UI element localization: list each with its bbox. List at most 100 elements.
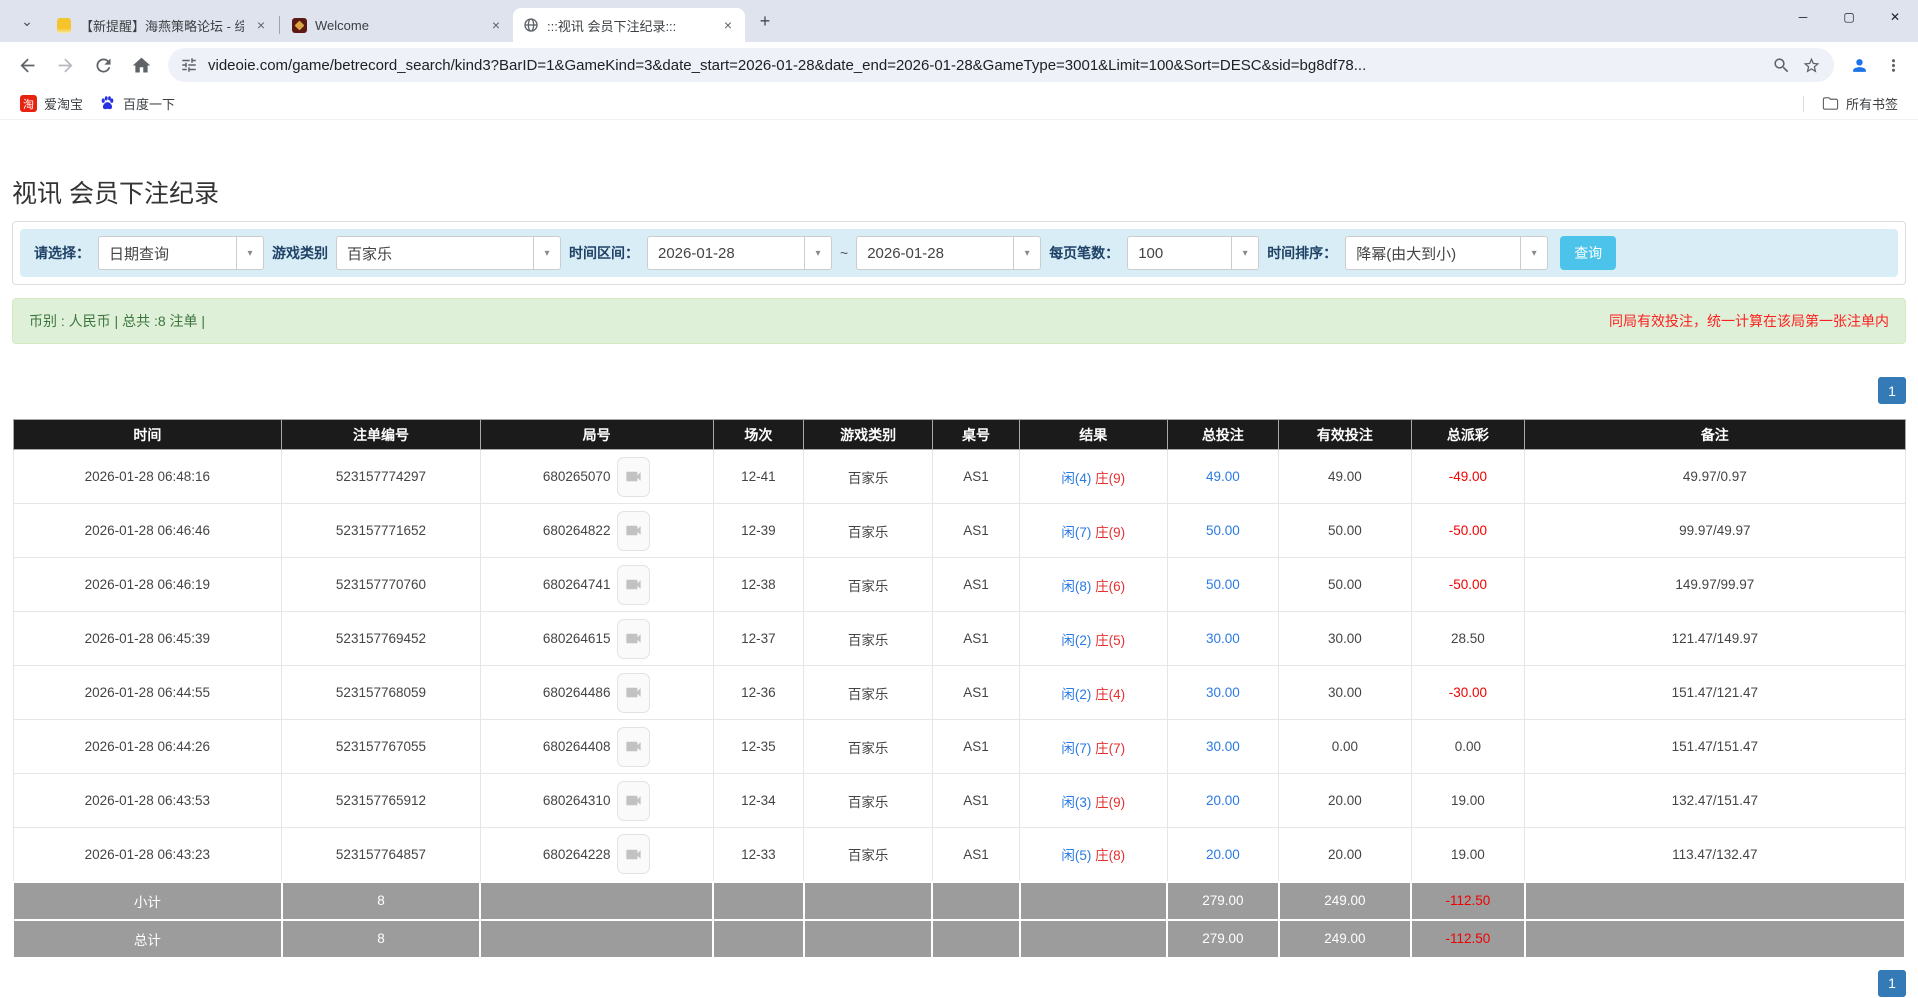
total-bet-link[interactable]: 30.00 xyxy=(1206,631,1240,646)
cell-table: AS1 xyxy=(931,449,1021,504)
chevron-down-icon: ▾ xyxy=(804,237,831,269)
cell-remark: 151.47/151.47 xyxy=(1524,719,1906,774)
cell-table: AS1 xyxy=(931,773,1021,828)
summary-label: 小计 xyxy=(12,880,283,921)
tab-strip: ⌄ 【新提醒】海燕策略论坛 - 综合 × Welcome × :::视讯 会员下… xyxy=(0,0,1918,42)
cell-total-bet: 30.00 xyxy=(1166,719,1280,774)
video-replay-button[interactable] xyxy=(617,510,651,551)
total-bet-link[interactable]: 30.00 xyxy=(1206,685,1240,700)
search-button[interactable]: 查询 xyxy=(1560,236,1617,270)
table-row: 2026-01-28 06:46:19 523157770760 6802647… xyxy=(12,557,1906,612)
close-window-button[interactable]: ✕ xyxy=(1872,0,1918,34)
result-player: 闲(2) xyxy=(1061,632,1092,648)
cell-game-type: 百家乐 xyxy=(803,449,933,504)
total-bet-link[interactable]: 50.00 xyxy=(1206,577,1240,592)
cell-bet-id: 523157770760 xyxy=(281,557,481,612)
total-bet-link[interactable]: 30.00 xyxy=(1206,739,1240,754)
query-type-select[interactable]: 日期查询 ▾ xyxy=(98,236,264,270)
video-replay-button[interactable] xyxy=(617,564,651,605)
cell-round: 680264310 xyxy=(479,773,714,828)
total-bet-link[interactable]: 49.00 xyxy=(1206,469,1240,484)
date-end-select[interactable]: 2026-01-28 ▾ xyxy=(856,236,1042,270)
cell-valid-bet: 50.00 xyxy=(1278,503,1412,558)
tab-forum[interactable]: 【新提醒】海燕策略论坛 - 综合 × xyxy=(46,8,278,42)
pagination-page-1-top[interactable]: 1 xyxy=(1878,377,1906,404)
video-replay-button[interactable] xyxy=(617,726,651,767)
forward-button[interactable] xyxy=(48,48,82,82)
cell-round: 680264486 xyxy=(479,665,714,720)
site-settings-icon[interactable] xyxy=(180,56,198,74)
table-row: 2026-01-28 06:44:26 523157767055 6802644… xyxy=(12,719,1906,774)
new-tab-button[interactable]: + xyxy=(751,7,779,35)
refresh-button[interactable] xyxy=(86,48,120,82)
date-start-select[interactable]: 2026-01-28 ▾ xyxy=(647,236,832,270)
video-replay-button[interactable] xyxy=(617,780,651,821)
summary-label: 总计 xyxy=(12,918,283,959)
result-player: 闲(7) xyxy=(1061,740,1092,756)
bookmark-label: 百度一下 xyxy=(123,97,176,112)
cell-valid-bet: 30.00 xyxy=(1278,665,1412,720)
total-bet-link[interactable]: 20.00 xyxy=(1206,847,1240,862)
cell-payout: -30.00 xyxy=(1410,665,1526,720)
cell-session: 12-36 xyxy=(712,665,805,720)
tab-welcome[interactable]: Welcome × xyxy=(281,8,513,42)
baidu-paw-icon xyxy=(99,95,116,112)
tab-close-icon[interactable]: × xyxy=(719,16,737,34)
result-player: 闲(4) xyxy=(1061,470,1092,486)
cell-bet-id: 523157767055 xyxy=(281,719,481,774)
summary-count: 8 xyxy=(280,880,482,921)
cell-table: AS1 xyxy=(931,665,1021,720)
table-row: 2026-01-28 06:43:53 523157765912 6802643… xyxy=(12,773,1906,828)
address-bar[interactable]: videoie.com/game/betrecord_search/kind3?… xyxy=(168,48,1834,82)
sort-select[interactable]: 降幂(由大到小) ▾ xyxy=(1345,236,1549,270)
cell-time: 2026-01-28 06:46:19 xyxy=(12,557,283,612)
video-icon xyxy=(626,741,642,752)
cell-result: 闲(2) 庄(4) xyxy=(1019,665,1168,720)
browser-menu-button[interactable] xyxy=(1878,50,1908,80)
video-icon xyxy=(626,633,642,644)
bookmarks-bar: 淘 爱淘宝 百度一下 所有书签 xyxy=(0,88,1918,120)
video-replay-button[interactable] xyxy=(617,618,651,659)
cell-bet-id: 523157771652 xyxy=(281,503,481,558)
profile-avatar-button[interactable] xyxy=(1844,50,1874,80)
video-replay-button[interactable] xyxy=(617,456,651,497)
tab-search-button[interactable]: ⌄ xyxy=(12,6,42,36)
result-banker: 庄(4) xyxy=(1095,686,1126,702)
video-replay-button[interactable] xyxy=(617,672,651,713)
minimize-button[interactable]: ─ xyxy=(1780,0,1826,34)
summary-row: 总计 8 279.00 249.00 -112.50 xyxy=(12,918,1907,959)
back-button[interactable] xyxy=(10,48,44,82)
currency-summary: 币别 : 人民币 | 总共 :8 注单 | xyxy=(29,313,206,329)
maximize-button[interactable]: ▢ xyxy=(1826,0,1872,34)
pagination-page-1-bottom[interactable]: 1 xyxy=(1878,969,1906,997)
url-text[interactable]: videoie.com/game/betrecord_search/kind3?… xyxy=(208,57,1766,74)
cell-remark: 149.97/99.97 xyxy=(1524,557,1906,612)
total-bet-link[interactable]: 20.00 xyxy=(1206,793,1240,808)
home-button[interactable] xyxy=(124,48,158,82)
refresh-icon xyxy=(95,57,110,72)
tab-close-icon[interactable]: × xyxy=(487,16,505,34)
bookmark-baidu[interactable]: 百度一下 xyxy=(91,91,183,116)
round-number: 680264310 xyxy=(542,793,611,808)
cell-valid-bet: 0.00 xyxy=(1278,719,1412,774)
cell-total-bet: 50.00 xyxy=(1166,503,1280,558)
video-replay-button[interactable] xyxy=(617,834,651,875)
total-bet-link[interactable]: 50.00 xyxy=(1206,523,1240,538)
page-size-select[interactable]: 100 ▾ xyxy=(1127,236,1260,270)
video-icon xyxy=(626,849,642,859)
col-game-type: 游戏类别 xyxy=(803,419,933,450)
select-type-label: 请选择： xyxy=(34,245,90,261)
cell-result: 闲(2) 庄(5) xyxy=(1019,611,1168,666)
all-bookmarks-button[interactable]: 所有书签 xyxy=(1814,91,1906,116)
result-banker: 庄(9) xyxy=(1095,794,1126,810)
cell-round: 680265070 xyxy=(479,449,714,504)
summary-payout: -112.50 xyxy=(1410,918,1526,959)
tab-bet-records-active[interactable]: :::视讯 会员下注纪录::: × xyxy=(513,8,745,42)
bookmark-taobao[interactable]: 淘 爱淘宝 xyxy=(12,91,91,116)
zoom-page-button[interactable] xyxy=(1766,50,1796,80)
cell-game-type: 百家乐 xyxy=(803,611,933,666)
table-row: 2026-01-28 06:43:23 523157764857 6802642… xyxy=(12,827,1906,882)
tab-close-icon[interactable]: × xyxy=(252,16,270,34)
game-type-select[interactable]: 百家乐 ▾ xyxy=(336,236,561,270)
bookmark-star-button[interactable] xyxy=(1796,50,1826,80)
